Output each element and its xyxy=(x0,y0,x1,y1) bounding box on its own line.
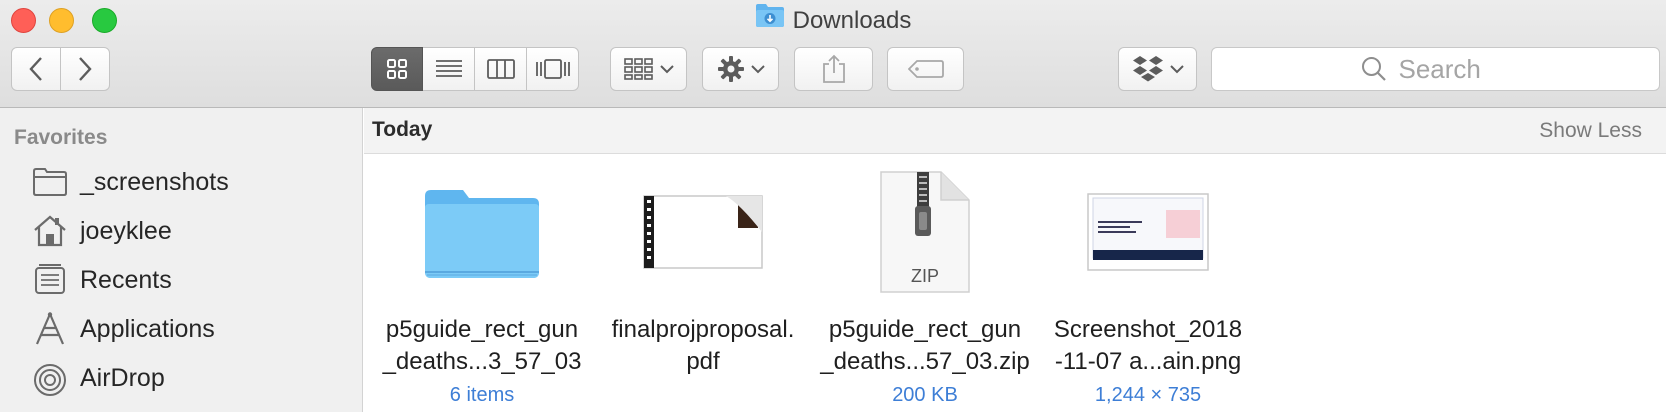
column-view-icon xyxy=(486,59,515,79)
window-title: Downloads xyxy=(0,2,1666,38)
dropbox-icon xyxy=(1132,56,1163,82)
pdf-thumbnail xyxy=(593,168,813,296)
chevron-down-icon xyxy=(659,65,674,74)
action-button[interactable] xyxy=(702,47,779,91)
tag-icon xyxy=(907,60,944,78)
list-view-button[interactable] xyxy=(423,47,475,91)
file-meta: 6 items xyxy=(449,384,515,406)
sidebar-item-label: _screenshots xyxy=(80,167,229,196)
sidebar-item-label: AirDrop xyxy=(80,363,165,392)
arrange-button[interactable] xyxy=(610,47,687,91)
chevron-left-icon xyxy=(29,57,42,81)
sidebar-item-label: Applications xyxy=(80,314,215,343)
file-item-pdf[interactable]: finalprojproposal. pdf xyxy=(593,168,813,378)
tag-button[interactable] xyxy=(887,47,964,91)
back-button[interactable] xyxy=(11,47,61,91)
sidebar-item-label: Recents xyxy=(80,265,172,294)
list-view-icon xyxy=(435,60,462,77)
folder-icon xyxy=(30,162,70,202)
chevron-right-icon xyxy=(79,57,92,81)
group-header-today: Today Show Less xyxy=(364,108,1666,154)
file-name: Screenshot_2018 -11-07 a...ain.png xyxy=(1053,316,1243,375)
sidebar-item-applications[interactable]: Applications xyxy=(30,309,215,349)
sidebar-section-title: Favorites xyxy=(14,126,108,149)
dropbox-button[interactable] xyxy=(1118,47,1197,91)
home-icon xyxy=(30,211,70,251)
chevron-down-icon xyxy=(1169,65,1184,74)
toolbar: Downloads xyxy=(0,0,1666,108)
file-name: p5guide_rect_gun _deaths...3_57_03 xyxy=(382,316,582,375)
png-thumbnail xyxy=(1038,168,1258,296)
view-mode-control xyxy=(371,47,579,91)
column-view-button[interactable] xyxy=(475,47,527,91)
icon-view-icon xyxy=(387,59,407,79)
airdrop-icon xyxy=(30,358,70,398)
file-meta: 200 KB xyxy=(892,384,958,406)
share-icon xyxy=(822,54,845,83)
zip-badge: ZIP xyxy=(910,266,939,286)
show-less-button[interactable]: Show Less xyxy=(1539,119,1642,143)
search-field[interactable] xyxy=(1211,47,1660,91)
gear-icon xyxy=(717,56,744,82)
file-item-zip[interactable]: ZIP p5guide_rect_gun _deaths...57_03.zip… xyxy=(815,168,1035,407)
forward-button[interactable] xyxy=(60,47,110,91)
applications-icon xyxy=(30,309,70,349)
gallery-view-icon xyxy=(535,59,570,79)
sidebar-item-home[interactable]: joeyklee xyxy=(30,211,172,251)
share-button[interactable] xyxy=(794,47,873,91)
icon-view-button[interactable] xyxy=(371,47,423,91)
sidebar: Favorites _screenshots joeyklee Recents … xyxy=(0,108,363,412)
arrange-icon xyxy=(623,58,653,80)
sidebar-item-airdrop[interactable]: AirDrop xyxy=(30,358,165,398)
sidebar-item-recents[interactable]: Recents xyxy=(30,260,172,300)
file-item-png[interactable]: Screenshot_2018 -11-07 a...ain.png 1,244… xyxy=(1038,168,1258,407)
sidebar-item-screenshots[interactable]: _screenshots xyxy=(30,162,229,202)
folder-icon xyxy=(425,190,539,278)
sidebar-item-label: joeyklee xyxy=(80,216,172,245)
recents-icon xyxy=(30,260,70,300)
file-name: p5guide_rect_gun _deaths...57_03.zip xyxy=(820,316,1030,375)
downloads-folder-icon xyxy=(755,2,785,38)
search-icon xyxy=(1361,57,1386,81)
folder-thumbnail xyxy=(372,168,592,296)
window-title-text: Downloads xyxy=(792,7,912,34)
search-input[interactable] xyxy=(1396,52,1511,86)
file-item-folder[interactable]: p5guide_rect_gun _deaths...3_57_03 6 ite… xyxy=(372,168,592,407)
file-meta: 1,244 × 735 xyxy=(1094,384,1202,406)
file-name: finalprojproposal. pdf xyxy=(611,316,795,375)
gallery-view-button[interactable] xyxy=(527,47,579,91)
chevron-down-icon xyxy=(750,65,765,74)
group-title: Today xyxy=(372,118,433,141)
